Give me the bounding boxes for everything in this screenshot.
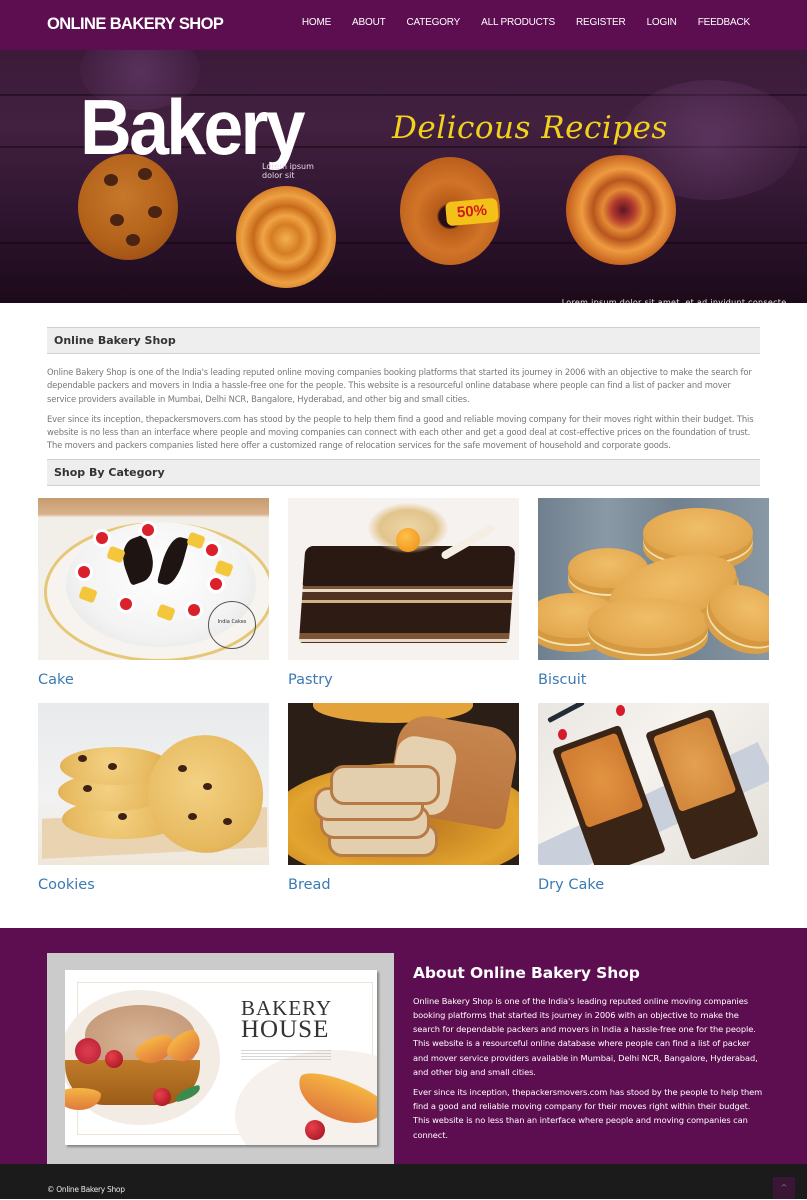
about-paragraph: Online Bakery Shop is one of the India's… <box>413 995 758 1077</box>
biscuit-image[interactable] <box>538 497 769 660</box>
intro-heading-bar: Online Bakery Shop <box>47 327 760 354</box>
category-link-biscuit[interactable]: Biscuit <box>538 672 769 688</box>
nav-login[interactable]: LOGIN <box>647 17 677 28</box>
site-logo[interactable]: ONLINE BAKERY SHOP <box>47 15 224 34</box>
pastry-image[interactable] <box>288 497 519 660</box>
category-link-dry-cake[interactable]: Dry Cake <box>538 877 769 893</box>
about-title: About Online Bakery Shop <box>413 963 640 982</box>
swirl-bun-illustration <box>236 186 336 288</box>
category-card-pastry: Pastry <box>288 497 519 703</box>
main-nav: HOME ABOUT CATEGORY ALL PRODUCTS REGISTE… <box>281 17 750 28</box>
intro-heading: Online Bakery Shop <box>54 334 176 347</box>
hero-banner: 50% Bakery Delicous Recipes Lorem ipsum … <box>0 50 807 303</box>
about-text: About Online Bakery Shop Online Bakery S… <box>413 964 767 1142</box>
nav-all-products[interactable]: ALL PRODUCTS <box>481 17 555 28</box>
image-text-house: HOUSE <box>241 1015 330 1043</box>
banner-caption: Lorem ipsum dolor sit amet, et ad invidu… <box>561 298 795 303</box>
about-section: BAKERY HOUSE About Online Bakery Shop On… <box>0 927 807 1164</box>
discount-badge: 50% <box>445 197 499 227</box>
nav-category[interactable]: CATEGORY <box>407 17 461 28</box>
back-to-top-button[interactable]: ^ <box>773 1176 795 1199</box>
nav-register[interactable]: REGISTER <box>576 17 626 28</box>
category-card-bread: Bread <box>288 702 519 908</box>
banner-script-text: Delicous Recipes <box>392 110 668 146</box>
dry-cake-image[interactable] <box>538 702 769 865</box>
banner-lorem-line: dolor sit <box>262 171 295 180</box>
about-paragraph: Ever since its inception, thepackersmove… <box>413 1087 763 1140</box>
category-card-biscuit: Biscuit <box>538 497 769 703</box>
nav-about[interactable]: ABOUT <box>352 17 386 28</box>
banner-title: Bakery <box>80 83 306 171</box>
category-grid: India Cakes Cake Pastry Biscuit Cookies … <box>0 486 807 908</box>
category-link-cookies[interactable]: Cookies <box>38 877 269 893</box>
intro-paragraph: Online Bakery Shop is one of the India's… <box>47 367 752 404</box>
category-heading-bar: Shop By Category <box>47 458 760 486</box>
site-footer: © Online Bakery Shop ^ <box>0 1163 807 1199</box>
banner-lorem-line: Lorem ipsum <box>262 162 314 171</box>
nav-home[interactable]: HOME <box>302 17 331 28</box>
cookies-image[interactable] <box>38 702 269 865</box>
bread-image[interactable] <box>288 702 519 865</box>
cinnamon-roll-illustration <box>566 155 676 265</box>
cake-image[interactable]: India Cakes <box>38 497 269 660</box>
nav-feedback[interactable]: FEEDBACK <box>698 17 751 28</box>
category-heading: Shop By Category <box>54 465 165 479</box>
category-card-dry-cake: Dry Cake <box>538 702 769 908</box>
category-card-cake: India Cakes Cake <box>38 497 269 703</box>
chevron-up-icon: ^ <box>780 1182 788 1192</box>
category-link-pastry[interactable]: Pastry <box>288 672 519 688</box>
intro-section: Online Bakery Shop Online Bakery Shop is… <box>0 303 807 486</box>
category-link-bread[interactable]: Bread <box>288 877 519 893</box>
category-card-cookies: Cookies <box>38 702 269 908</box>
category-link-cake[interactable]: Cake <box>38 672 269 688</box>
bakery-house-image: BAKERY HOUSE <box>47 952 394 1164</box>
quality-stamp: India Cakes <box>208 600 256 649</box>
site-header: ONLINE BAKERY SHOP HOME ABOUT CATEGORY A… <box>0 0 807 50</box>
banner-lorem: Lorem ipsum dolor sit <box>262 162 314 180</box>
copyright-text: © Online Bakery Shop <box>47 1184 125 1194</box>
intro-paragraph: Ever since its inception, thepackersmove… <box>47 413 754 451</box>
